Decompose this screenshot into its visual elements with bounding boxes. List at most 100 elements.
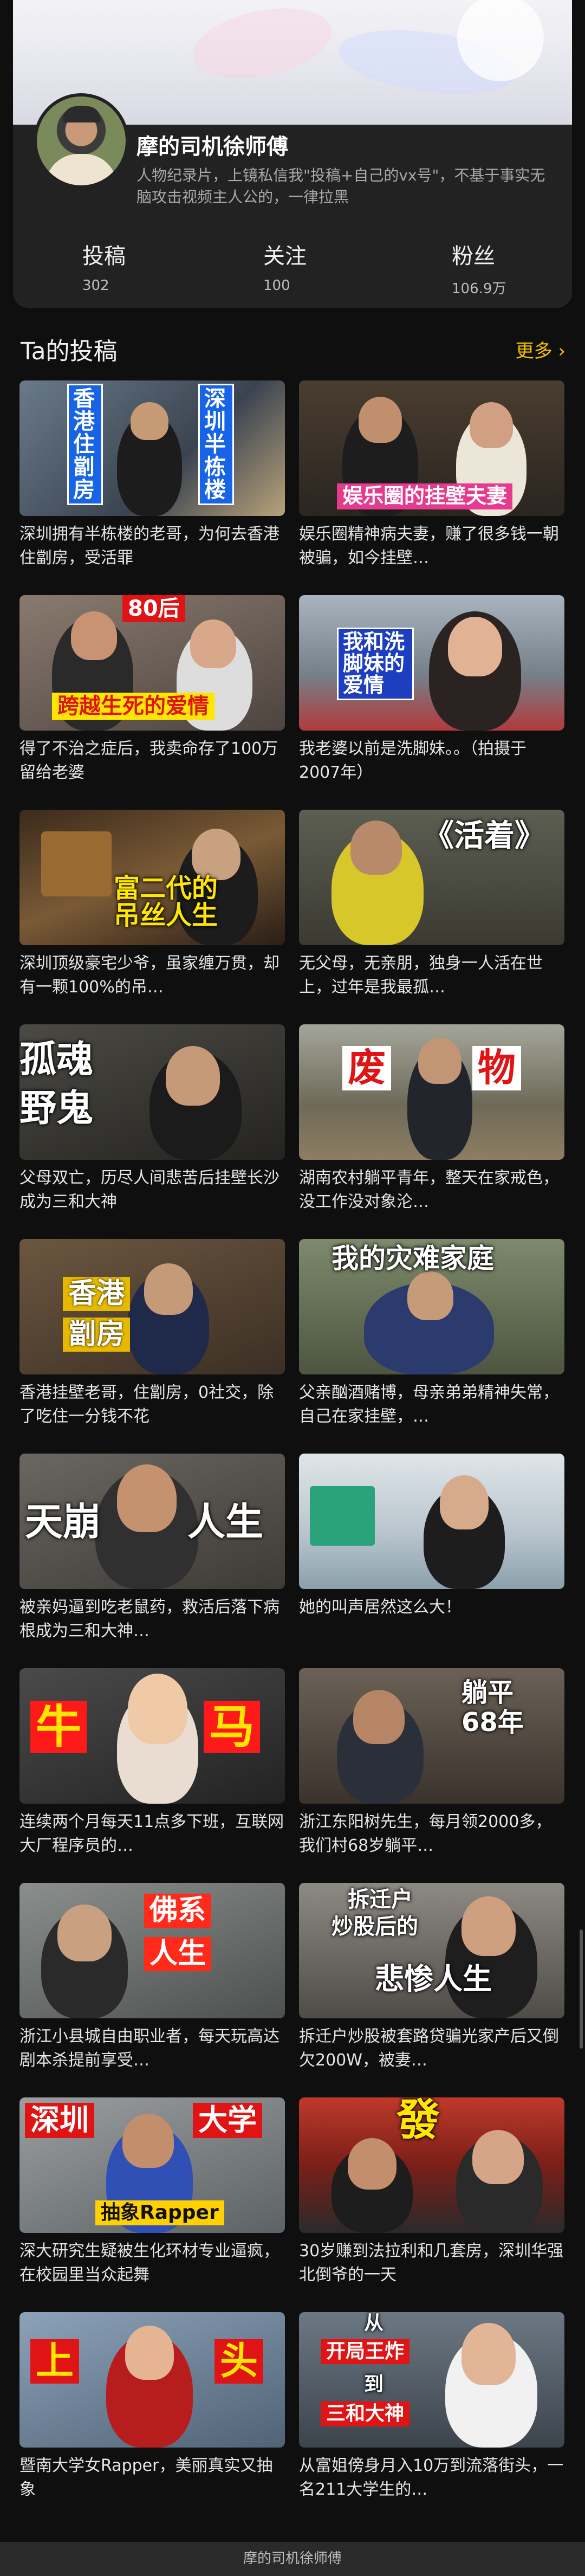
video-thumbnail[interactable]: 富二代的吊丝人生 [20,810,285,945]
more-link[interactable]: 更多 › [516,336,566,363]
overlay-text: 拆迁户 [348,1887,413,1912]
video-card[interactable]: 發 30岁赚到法拉利和几套房，深圳华强北倒爷的一天 [299,2097,564,2307]
video-caption: 连续两个月每天11点多下班，互联网大厂程序员的… [20,1812,284,1855]
overlay-text: 炒股后的 [332,1914,418,1939]
overlay-text: 抽象Rapper [95,2200,224,2225]
video-card[interactable]: 80后 跨越生死的爱情 得了不治之症后，我卖命存了100万留给老婆 [20,595,285,804]
video-thumbnail[interactable]: 我和洗脚妹的爱情 [299,595,564,731]
overlay-text: 香港 [63,1277,131,1311]
overlay-text: 三和大神 [321,2401,410,2426]
overlay-text: 悲惨人生 [375,1962,492,1996]
video-card[interactable]: 天崩 人生 被亲妈逼到吃老鼠药，救活后落下病根成为三和大神… [20,1454,285,1663]
video-card[interactable]: 孤魂 野鬼 父母双亡，历尽人间悲苦后挂壁长沙成为三和大神 [20,1024,285,1234]
overlay-text: 上 [30,2339,79,2384]
overlay-text: 我的灾难家庭 [332,1243,494,1274]
overlay-text: 物 [472,1046,521,1090]
overlay-text: 深圳半栋楼 [198,384,234,505]
overlay-text: 人生 [187,1500,263,1544]
video-thumbnail[interactable]: 上 头 [20,2312,285,2448]
video-caption: 她的叫声居然这么大！ [299,1598,461,1617]
overlay-text: 80后 [122,595,185,622]
overlay-text: 68年 [461,1707,524,1738]
video-card[interactable]: 深圳 大学 抽象Rapper 深大研究生疑被生化环材专业逼疯，在校园里当众起舞 [20,2097,285,2307]
section-title: Ta的投稿 [21,338,118,365]
overlay-text: 跨越生死的爱情 [52,693,214,720]
video-caption: 深圳拥有半栋楼的老哥，为何去香港住劏房，受活罪 [20,525,280,567]
stat-label: 关注 [263,244,307,269]
video-thumbnail[interactable]: 我的灾难家庭 [299,1239,564,1374]
avatar[interactable] [34,93,129,189]
overlay-text: 躺平 [461,1677,514,1708]
stat-posts[interactable]: 投稿 302 [82,238,245,294]
video-caption: 父母双亡，历尽人间悲苦后挂壁长沙成为三和大神 [20,1168,280,1211]
overlay-text: 废 [342,1046,391,1090]
video-thumbnail[interactable] [299,1454,564,1589]
video-card[interactable]: 娱乐圈的挂壁夫妻 娱乐圈精神病夫妻，赚了很多钱一朝被骗，如今挂壁… [299,380,564,590]
video-caption: 香港挂壁老哥，住劏房，0社交，除了吃住一分钱不花 [20,1383,274,1426]
video-card[interactable]: 从 开局王炸 到 三和大神 从富姐傍身月入10万到流落街头，一名211大学生的… [299,2312,564,2521]
video-thumbnail[interactable]: 躺平 68年 [299,1668,564,1804]
overlay-text: 孤魂 [20,1038,94,1081]
video-thumbnail[interactable]: 《活着》 [299,810,564,945]
stat-followers[interactable]: 粉丝 106.9万 [452,238,572,298]
profile-name: 摩的司机徐师傅 [136,134,288,159]
video-thumbnail[interactable]: 佛系 人生 [20,1883,285,2018]
overlay-text: 天崩 [25,1500,101,1544]
overlay-text: 《活着》 [424,818,545,854]
overlay-text: 到 [364,2373,384,2396]
overlay-text: 马 [204,1701,261,1753]
video-card[interactable]: 她的叫声居然这么大！ [299,1454,564,1663]
overlay-text: 野鬼 [20,1087,94,1130]
video-card[interactable]: 香港 劏房 香港挂壁老哥，住劏房，0社交，除了吃住一分钱不花 [20,1239,285,1448]
overlay-text: 發 [396,2097,440,2145]
video-thumbnail[interactable]: 香港 劏房 [20,1239,285,1374]
profile-card: 摩的司机徐师傅 人物纪录片，上镜私信我"投稿+自己的vx号"，不基于事实无脑攻击… [13,0,572,308]
video-thumbnail[interactable]: 孤魂 野鬼 [20,1024,285,1160]
video-card[interactable]: 富二代的吊丝人生 深圳顶级豪宅少爷，虽家缠万贯，却有一颗100%的吊… [20,810,285,1019]
stat-label: 投稿 [82,244,126,269]
video-thumbnail[interactable]: 80后 跨越生死的爱情 [20,595,285,731]
video-thumbnail[interactable]: 天崩 人生 [20,1454,285,1589]
overlay-text: 开局王炸 [321,2339,410,2364]
video-caption: 深圳顶级豪宅少爷，虽家缠万贯，却有一颗100%的吊… [20,954,280,997]
overlay-text: 佛系 [144,1894,212,1928]
stat-value: 100 [263,277,290,294]
video-thumbnail[interactable]: 牛 马 [20,1668,285,1804]
stat-label: 粉丝 [452,244,495,269]
stat-value: 106.9万 [452,281,506,297]
overlay-text: 头 [214,2339,263,2384]
video-caption: 我老婆以前是洗脚妹。。（拍摄于2007年） [299,739,526,782]
video-card[interactable]: 佛系 人生 浙江小县城自由职业者，每天玩高达剧本杀提前享受… [20,1883,285,2092]
video-card[interactable]: 上 头 暨南大学女Rapper，美丽真实又抽象 [20,2312,285,2521]
video-caption: 被亲妈逼到吃老鼠药，救活后落下病根成为三和大神… [20,1598,280,1641]
video-caption: 从富姐傍身月入10万到流落街头，一名211大学生的… [299,2456,564,2499]
video-card[interactable]: 我和洗脚妹的爱情 我老婆以前是洗脚妹。。（拍摄于2007年） [299,595,564,804]
overlay-text: 娱乐圈的挂壁夫妻 [337,483,513,509]
profile-bio: 人物纪录片，上镜私信我"投稿+自己的vx号"，不基于事实无脑攻击视频主人公的，一… [136,166,545,206]
video-caption: 父亲酗酒赌博，母亲弟弟精神失常，自己在家挂壁，… [299,1383,559,1426]
video-thumbnail[interactable]: 深圳 大学 抽象Rapper [20,2097,285,2233]
video-card[interactable]: 拆迁户 炒股后的 悲惨人生 拆迁户炒股被套路贷骗光家产后又倒欠200W，被妻… [299,1883,564,2092]
video-card[interactable]: 废 物 湖南农村躺平青年，整天在家戒色，没工作没对象沦… [299,1024,564,1234]
stat-following[interactable]: 关注 100 [263,238,426,294]
video-card[interactable]: 牛 马 连续两个月每天11点多下班，互联网大厂程序员的… [20,1668,285,1877]
stat-value: 302 [82,277,109,294]
video-thumbnail[interactable]: 废 物 [299,1024,564,1160]
overlay-text: 人生 [144,1937,212,1971]
video-caption: 湖南农村躺平青年，整天在家戒色，没工作没对象沦… [299,1168,559,1211]
scrollbar[interactable] [580,1929,583,2049]
video-card[interactable]: 香港住劏房 深圳半栋楼 深圳拥有半栋楼的老哥，为何去香港住劏房，受活罪 [20,380,285,590]
overlay-text: 牛 [30,1701,87,1753]
video-card[interactable]: 躺平 68年 浙江东阳树先生，每月领2000多，我们村68岁躺平… [299,1668,564,1877]
video-thumbnail[interactable]: 拆迁户 炒股后的 悲惨人生 [299,1883,564,2018]
video-caption: 浙江小县城自由职业者，每天玩高达剧本杀提前享受… [20,2027,280,2070]
video-thumbnail[interactable]: 香港住劏房 深圳半栋楼 [20,380,285,516]
video-thumbnail[interactable]: 娱乐圈的挂壁夫妻 [299,380,564,516]
video-thumbnail[interactable]: 發 [299,2097,564,2233]
video-card[interactable]: 我的灾难家庭 父亲酗酒赌博，母亲弟弟精神失常，自己在家挂壁，… [299,1239,564,1448]
video-caption: 浙江东阳树先生，每月领2000多，我们村68岁躺平… [299,1812,552,1855]
video-caption: 无父母，无亲朋，独身一人活在世上，过年是我最孤… [299,954,543,997]
video-thumbnail[interactable]: 从 开局王炸 到 三和大神 [299,2312,564,2448]
video-caption: 30岁赚到法拉利和几套房，深圳华强北倒爷的一天 [299,2242,564,2284]
video-card[interactable]: 《活着》 无父母，无亲朋，独身一人活在世上，过年是我最孤… [299,810,564,1019]
